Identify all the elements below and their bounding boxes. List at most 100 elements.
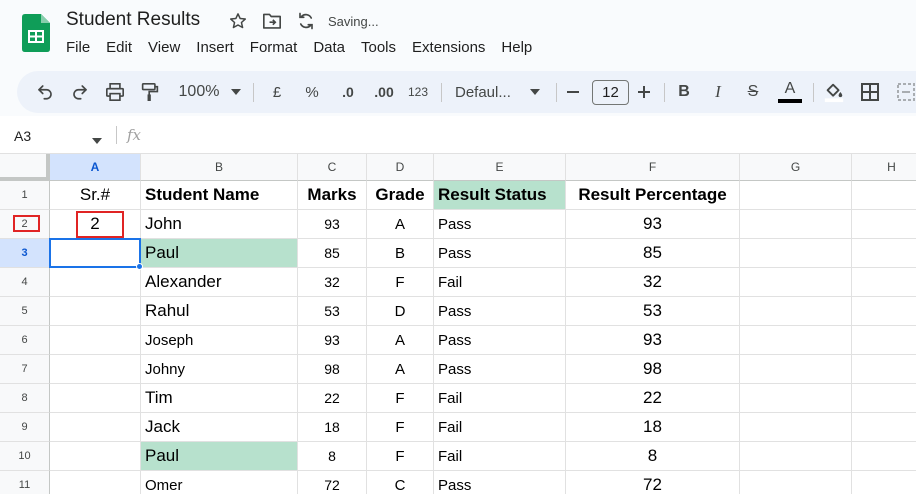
cell-f3[interactable]: 85 — [566, 239, 740, 268]
cell-c9[interactable]: 18 — [298, 413, 367, 442]
cell-b6[interactable]: Joseph — [141, 326, 298, 355]
cell-c4[interactable]: 32 — [298, 268, 367, 297]
font-size-input[interactable]: 12 — [592, 80, 629, 105]
move-folder-icon[interactable] — [262, 10, 282, 32]
increase-font-size-icon[interactable] — [635, 71, 653, 113]
cell-g8[interactable] — [740, 384, 852, 413]
cell-d10[interactable]: F — [367, 442, 434, 471]
cell-h4[interactable] — [852, 268, 916, 297]
row-header-2[interactable]: 2 — [0, 210, 50, 239]
print-icon[interactable] — [103, 71, 127, 113]
fill-color-icon[interactable] — [821, 71, 847, 113]
cell-e6[interactable]: Pass — [434, 326, 566, 355]
cell-d11[interactable]: C — [367, 471, 434, 494]
cell-f9[interactable]: 18 — [566, 413, 740, 442]
cell-g3[interactable] — [740, 239, 852, 268]
cell-f6[interactable]: 93 — [566, 326, 740, 355]
cell-f8[interactable]: 22 — [566, 384, 740, 413]
cell-e9[interactable]: Fail — [434, 413, 566, 442]
cell-d8[interactable]: F — [367, 384, 434, 413]
cell-e10[interactable]: Fail — [434, 442, 566, 471]
cell-h7[interactable] — [852, 355, 916, 384]
select-all-corner[interactable] — [0, 154, 50, 181]
cell-d4[interactable]: F — [367, 268, 434, 297]
increase-decimal-button[interactable]: .00 — [369, 71, 399, 113]
text-color-button[interactable]: A — [777, 71, 803, 113]
cell-d2[interactable]: A — [367, 210, 434, 239]
cell-g2[interactable] — [740, 210, 852, 239]
cell-e5[interactable]: Pass — [434, 297, 566, 326]
menu-format[interactable]: Format — [250, 39, 298, 56]
menu-file[interactable]: File — [66, 39, 90, 56]
row-header-8[interactable]: 8 — [0, 384, 50, 413]
cell-c7[interactable]: 98 — [298, 355, 367, 384]
fill-handle[interactable] — [136, 263, 143, 270]
cell-b3[interactable]: Paul — [141, 239, 298, 268]
cell-d9[interactable]: F — [367, 413, 434, 442]
cell-a11[interactable] — [50, 471, 141, 494]
cell-h1[interactable] — [852, 181, 916, 210]
cell-d5[interactable]: D — [367, 297, 434, 326]
cell-f11[interactable]: 72 — [566, 471, 740, 494]
cell-d3[interactable]: B — [367, 239, 434, 268]
star-icon[interactable] — [228, 10, 248, 32]
cell-g10[interactable] — [740, 442, 852, 471]
undo-icon[interactable] — [34, 71, 56, 113]
row-header-3[interactable]: 3 — [0, 239, 50, 268]
cell-e11[interactable]: Pass — [434, 471, 566, 494]
cell-a8[interactable] — [50, 384, 141, 413]
cell-h3[interactable] — [852, 239, 916, 268]
cell-b1[interactable]: Student Name — [141, 181, 298, 210]
column-header-b[interactable]: B — [141, 154, 298, 181]
cell-a3[interactable] — [50, 239, 141, 268]
cell-b2[interactable]: John — [141, 210, 298, 239]
cell-f7[interactable]: 98 — [566, 355, 740, 384]
row-header-6[interactable]: 6 — [0, 326, 50, 355]
cell-f1[interactable]: Result Percentage — [566, 181, 740, 210]
zoom-dropdown-icon[interactable] — [229, 71, 243, 113]
cell-b4[interactable]: Alexander — [141, 268, 298, 297]
cell-e3[interactable]: Pass — [434, 239, 566, 268]
cell-e4[interactable]: Fail — [434, 268, 566, 297]
cell-a6[interactable] — [50, 326, 141, 355]
menu-help[interactable]: Help — [501, 39, 532, 56]
font-dropdown-icon[interactable] — [528, 71, 542, 113]
column-header-f[interactable]: F — [566, 154, 740, 181]
cell-e8[interactable]: Fail — [434, 384, 566, 413]
column-header-e[interactable]: E — [434, 154, 566, 181]
column-header-h[interactable]: H — [852, 154, 916, 181]
row-header-4[interactable]: 4 — [0, 268, 50, 297]
strikethrough-button[interactable]: S — [743, 71, 763, 113]
paint-format-icon[interactable] — [138, 71, 162, 113]
menu-data[interactable]: Data — [313, 39, 345, 56]
document-title[interactable]: Student Results — [66, 9, 200, 31]
cell-g5[interactable] — [740, 297, 852, 326]
row-header-10[interactable]: 10 — [0, 442, 50, 471]
percent-format-button[interactable]: % — [301, 71, 323, 113]
row-header-11[interactable]: 11 — [0, 471, 50, 494]
italic-button[interactable]: I — [709, 71, 727, 113]
row-header-5[interactable]: 5 — [0, 297, 50, 326]
cell-c5[interactable]: 53 — [298, 297, 367, 326]
cell-f4[interactable]: 32 — [566, 268, 740, 297]
cell-c3[interactable]: 85 — [298, 239, 367, 268]
currency-format-button[interactable]: £ — [267, 71, 287, 113]
merge-cells-icon[interactable] — [895, 71, 916, 113]
cell-a5[interactable] — [50, 297, 141, 326]
cell-h5[interactable] — [852, 297, 916, 326]
cell-c8[interactable]: 22 — [298, 384, 367, 413]
bold-button[interactable]: B — [675, 71, 693, 113]
cell-g7[interactable] — [740, 355, 852, 384]
decrease-decimal-button[interactable]: .0 — [335, 71, 361, 113]
column-header-d[interactable]: D — [367, 154, 434, 181]
menu-view[interactable]: View — [148, 39, 180, 56]
cell-a7[interactable] — [50, 355, 141, 384]
cell-b8[interactable]: Tim — [141, 384, 298, 413]
cell-e1[interactable]: Result Status — [434, 181, 566, 210]
cell-a1[interactable]: Sr.# — [50, 181, 141, 210]
cell-d6[interactable]: A — [367, 326, 434, 355]
row-header-9[interactable]: 9 — [0, 413, 50, 442]
column-header-a[interactable]: A — [50, 154, 141, 181]
cell-c6[interactable]: 93 — [298, 326, 367, 355]
cell-b7[interactable]: Johny — [141, 355, 298, 384]
